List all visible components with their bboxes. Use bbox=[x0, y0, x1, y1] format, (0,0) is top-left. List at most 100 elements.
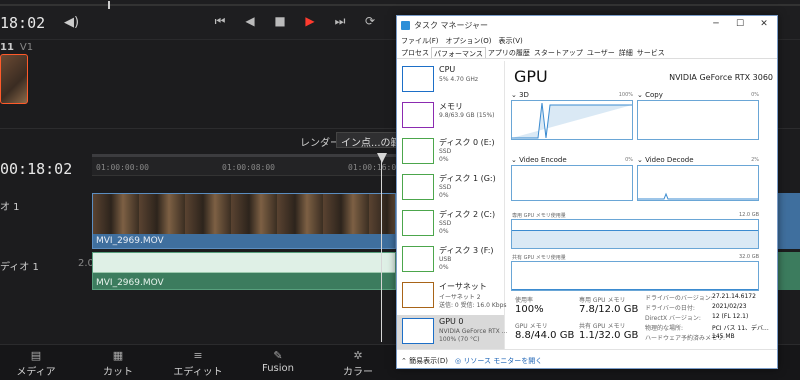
nav-label: Fusion bbox=[262, 363, 294, 374]
engine-graph-3d[interactable]: ⌄ 3D 100% bbox=[511, 91, 633, 151]
edit-icon: ≡ bbox=[193, 349, 203, 362]
ruler-tick: 01:00:08:00 bbox=[222, 163, 275, 172]
shared-value: 1.1/32.0 GB bbox=[579, 330, 639, 341]
ruler-tick: 01:00:16:00 bbox=[348, 163, 401, 172]
shared-mem-graph bbox=[511, 261, 759, 291]
sidebar-item-value: 0% bbox=[439, 192, 449, 199]
info-value: 27.21.14.6172 bbox=[712, 293, 756, 300]
tab-app-history[interactable]: アプリの履歴 bbox=[486, 47, 532, 58]
sidebar-thumbnail-graph bbox=[402, 318, 434, 344]
sidebar-item[interactable]: ディスク 0 (E:) SSD 0% bbox=[397, 135, 504, 169]
render-range-select[interactable]: イン点...の範囲 bbox=[336, 132, 398, 148]
engine-name: ⌄ Copy bbox=[637, 91, 663, 99]
tab-startup[interactable]: スタートアップ bbox=[532, 47, 585, 58]
nav-media[interactable]: ▤ メディア bbox=[6, 349, 66, 378]
sidebar-item-detail: 5% 4.70 GHz bbox=[439, 76, 479, 83]
window-title: タスク マネージャー bbox=[414, 21, 488, 30]
nav-fusion[interactable]: ✎ Fusion bbox=[248, 349, 308, 374]
gpu-panel: GPU NVIDIA GeForce RTX 3060 ⌄ 3D 100% ⌄ … bbox=[511, 61, 773, 349]
dedicated-value: 7.8/12.0 GB bbox=[579, 304, 639, 315]
fusion-icon: ✎ bbox=[273, 349, 283, 362]
track-header-video: オ 1 bbox=[0, 202, 20, 213]
sidebar-item-name: CPU bbox=[439, 65, 456, 74]
sidebar-item-name: ディスク 1 (G:) bbox=[439, 174, 496, 183]
sidebar-item[interactable]: CPU 5% 4.70 GHz bbox=[397, 63, 504, 97]
sidebar-item-name: メモリ bbox=[439, 102, 463, 111]
sidebar-item[interactable]: ディスク 3 (F:) USB 0% bbox=[397, 243, 504, 277]
resource-sidebar: CPU 5% 4.70 GHz メモリ 9.8/63.9 GB (15%) ディスク 0… bbox=[397, 61, 508, 349]
tab-services[interactable]: サービス bbox=[635, 47, 667, 58]
menu-view[interactable]: 表示(V) bbox=[498, 36, 522, 47]
viewer-timecode: 18:02 bbox=[0, 14, 46, 32]
timeline-timecode: 00:18:02 bbox=[0, 160, 73, 178]
util-label: 使用率 bbox=[515, 297, 534, 304]
sidebar-item-value: 0% bbox=[439, 264, 449, 271]
audio-waveform bbox=[93, 253, 395, 273]
nav-edit[interactable]: ≡ エディット bbox=[168, 349, 228, 378]
close-icon[interactable]: ✕ bbox=[757, 19, 771, 31]
shared-mem-fill bbox=[512, 288, 758, 290]
nav-color[interactable]: ✲ カラー bbox=[328, 349, 388, 378]
sidebar-item[interactable]: イーサネット イーサネット 2 送信: 0 受信: 16.0 Kbps bbox=[397, 279, 507, 313]
play-reverse-icon[interactable]: ◀ bbox=[242, 14, 258, 28]
play-icon[interactable]: ▶ bbox=[302, 14, 318, 28]
audio-clip[interactable]: MVI_2969.MOV bbox=[92, 252, 396, 290]
tab-performance[interactable]: パフォーマンス bbox=[431, 47, 486, 58]
engine-graph-video-encode[interactable]: ⌄ Video Encode 0% bbox=[511, 156, 633, 211]
sidebar-thumbnail-graph bbox=[402, 246, 434, 272]
sidebar-item[interactable]: GPU 0 NVIDIA GeForce RTX ... 100% (70 °C) bbox=[397, 315, 508, 349]
usage-line bbox=[638, 192, 758, 200]
menu-file[interactable]: ファイル(F) bbox=[401, 36, 439, 47]
skip-to-start-icon[interactable]: ⏮ bbox=[212, 14, 228, 28]
engine-graph-copy[interactable]: ⌄ Copy 0% bbox=[637, 91, 759, 151]
sidebar-item[interactable]: ディスク 2 (C:) SSD 0% bbox=[397, 207, 504, 241]
menu-options[interactable]: オプション(O) bbox=[446, 36, 492, 47]
task-manager-icon bbox=[401, 21, 410, 30]
sidebar-item[interactable]: ディスク 1 (G:) SSD 0% bbox=[397, 171, 504, 205]
info-label: ドライバーのバージョン: bbox=[645, 295, 713, 302]
sidebar-item-name: ディスク 3 (F:) bbox=[439, 246, 494, 255]
sidebar-item-value: 送信: 0 受信: 16.0 Kbps bbox=[439, 302, 507, 309]
util-value: 100% bbox=[515, 304, 544, 315]
sidebar-item-value: 0% bbox=[439, 228, 449, 235]
loop-icon[interactable]: ⟳ bbox=[362, 14, 378, 28]
title-bar[interactable]: タスク マネージャー ─ ☐ ✕ bbox=[397, 16, 777, 36]
engine-graph-video-decode[interactable]: ⌄ Video Decode 2% bbox=[637, 156, 759, 211]
clip-thumbnail[interactable] bbox=[0, 54, 28, 104]
media-icon: ▤ bbox=[30, 349, 42, 362]
sidebar-item-value: 100% (70 °C) bbox=[439, 336, 480, 343]
volume-icon[interactable]: ◀) bbox=[64, 15, 79, 30]
dropdown-chevron-icon: ⌄ bbox=[511, 91, 520, 99]
graph-area bbox=[637, 100, 759, 140]
sidebar-item[interactable]: メモリ 9.8/63.9 GB (15%) bbox=[397, 99, 504, 133]
maximize-icon[interactable]: ☐ bbox=[733, 19, 747, 31]
engine-name: ⌄ Video Decode bbox=[637, 156, 694, 164]
sidebar-item-detail: NVIDIA GeForce RTX ... bbox=[439, 328, 508, 335]
clip-label: 11 V1 bbox=[0, 42, 34, 53]
scrub-knob[interactable] bbox=[108, 1, 110, 9]
timeline-ruler[interactable]: 01:00:00:00 01:00:08:00 01:00:16:00 bbox=[92, 154, 401, 176]
graph-area bbox=[511, 165, 633, 201]
sidebar-thumbnail-graph bbox=[402, 210, 434, 236]
chevron-up-icon: ⌃ bbox=[401, 357, 410, 365]
open-resource-monitor-link[interactable]: ◎ リソース モニターを開く bbox=[455, 356, 542, 366]
engine-pct: 0% bbox=[751, 92, 759, 98]
sidebar-thumbnail-graph bbox=[402, 102, 434, 128]
minimize-icon[interactable]: ─ bbox=[709, 19, 723, 31]
tab-details[interactable]: 詳細 bbox=[617, 47, 635, 58]
skip-to-end-icon[interactable]: ⏭ bbox=[332, 14, 348, 28]
tab-users[interactable]: ユーザー bbox=[585, 47, 617, 58]
scrub-bar[interactable] bbox=[0, 1, 800, 9]
tab-processes[interactable]: プロセス bbox=[399, 47, 431, 58]
stop-icon[interactable]: ■ bbox=[272, 14, 288, 28]
engine-name: ⌄ 3D bbox=[511, 91, 529, 99]
info-value: 12 (FL 12.1) bbox=[712, 313, 749, 320]
nav-cut[interactable]: ▦ カット bbox=[88, 349, 148, 378]
sidebar-item-value: 0% bbox=[439, 156, 449, 163]
fewer-details-button[interactable]: ⌃ 簡易表示(D) bbox=[401, 356, 448, 366]
video-clip[interactable]: MVI_2969.MOV bbox=[92, 193, 396, 249]
tab-bar: プロセス パフォーマンス アプリの履歴 スタートアップ ユーザー 詳細 サービス bbox=[397, 47, 777, 59]
video-clip-name: MVI_2969.MOV bbox=[96, 236, 164, 246]
dedicated-mem-max: 12.0 GB bbox=[738, 212, 759, 218]
dropdown-chevron-icon: ⌄ bbox=[511, 156, 520, 164]
